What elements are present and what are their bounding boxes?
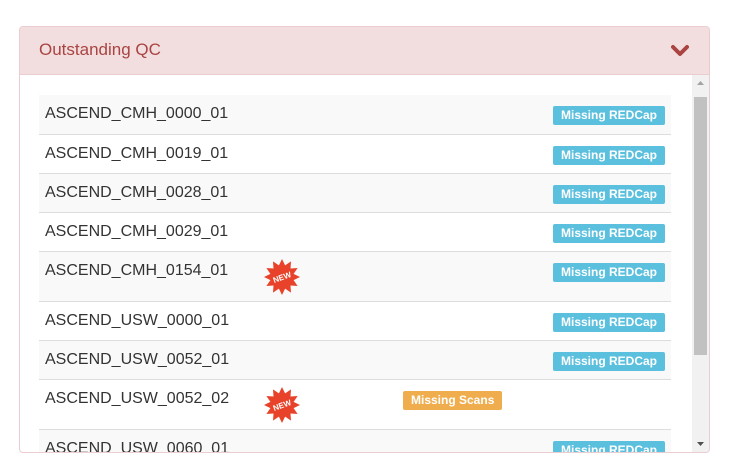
list-item[interactable]: ASCEND_USW_0052_02 NEW Missing Scans [39,379,671,429]
missing-redcap-badge: Missing REDCap [552,224,665,243]
missing-redcap-badge: Missing REDCap [552,185,665,204]
scroll-up-arrow-icon[interactable] [692,75,709,92]
missing-redcap-badge: Missing REDCap [552,441,665,452]
list-item[interactable]: ASCEND_CMH_0154_01 NEW Missing REDCap [39,251,671,301]
list-item[interactable]: ASCEND_CMH_0029_01 Missing REDCap [39,212,671,251]
outstanding-qc-panel: Outstanding QC ASCEND_CMH_0000_01 Missing… [19,26,710,453]
list-item[interactable]: ASCEND_USW_0060_01 Missing REDCap [39,429,671,452]
item-label: ASCEND_CMH_0154_01 [45,262,229,279]
item-label: ASCEND_CMH_0000_01 [45,105,229,122]
list-item[interactable]: ASCEND_CMH_0019_01 Missing REDCap [39,134,671,173]
missing-redcap-badge: Missing REDCap [552,263,665,282]
missing-redcap-badge: Missing REDCap [552,352,665,371]
item-label: ASCEND_USW_0052_01 [45,351,230,368]
new-badge-icon: NEW [263,258,301,296]
missing-scans-badge: Missing Scans [403,391,503,410]
item-label: ASCEND_USW_0060_01 [45,440,230,452]
missing-redcap-badge: Missing REDCap [552,313,665,332]
item-label: ASCEND_CMH_0028_01 [45,184,229,201]
new-badge-icon: NEW [263,386,301,424]
list-item[interactable]: ASCEND_CMH_0028_01 Missing REDCap [39,173,671,212]
list-item[interactable]: ASCEND_USW_0000_01 Missing REDCap [39,301,671,340]
missing-redcap-badge: Missing REDCap [552,106,665,125]
panel-body: ASCEND_CMH_0000_01 Missing REDCap ASCEND_C… [20,75,709,452]
item-label: ASCEND_CMH_0029_01 [45,223,229,240]
panel-title: Outstanding QC [39,40,161,59]
scrollbar[interactable] [692,75,709,452]
item-label: ASCEND_USW_0052_02 [45,390,230,407]
qc-list: ASCEND_CMH_0000_01 Missing REDCap ASCEND_C… [39,95,671,452]
list-item[interactable]: ASCEND_CMH_0000_01 Missing REDCap [39,95,671,134]
item-label: ASCEND_USW_0000_01 [45,312,230,329]
scroll-down-arrow-icon[interactable] [692,435,709,452]
chevron-down-icon[interactable] [671,44,689,58]
panel-heading[interactable]: Outstanding QC [20,27,709,75]
item-label: ASCEND_CMH_0019_01 [45,145,229,162]
missing-redcap-badge: Missing REDCap [552,146,665,165]
list-item[interactable]: ASCEND_USW_0052_01 Missing REDCap [39,340,671,379]
scrollbar-thumb[interactable] [694,97,707,355]
